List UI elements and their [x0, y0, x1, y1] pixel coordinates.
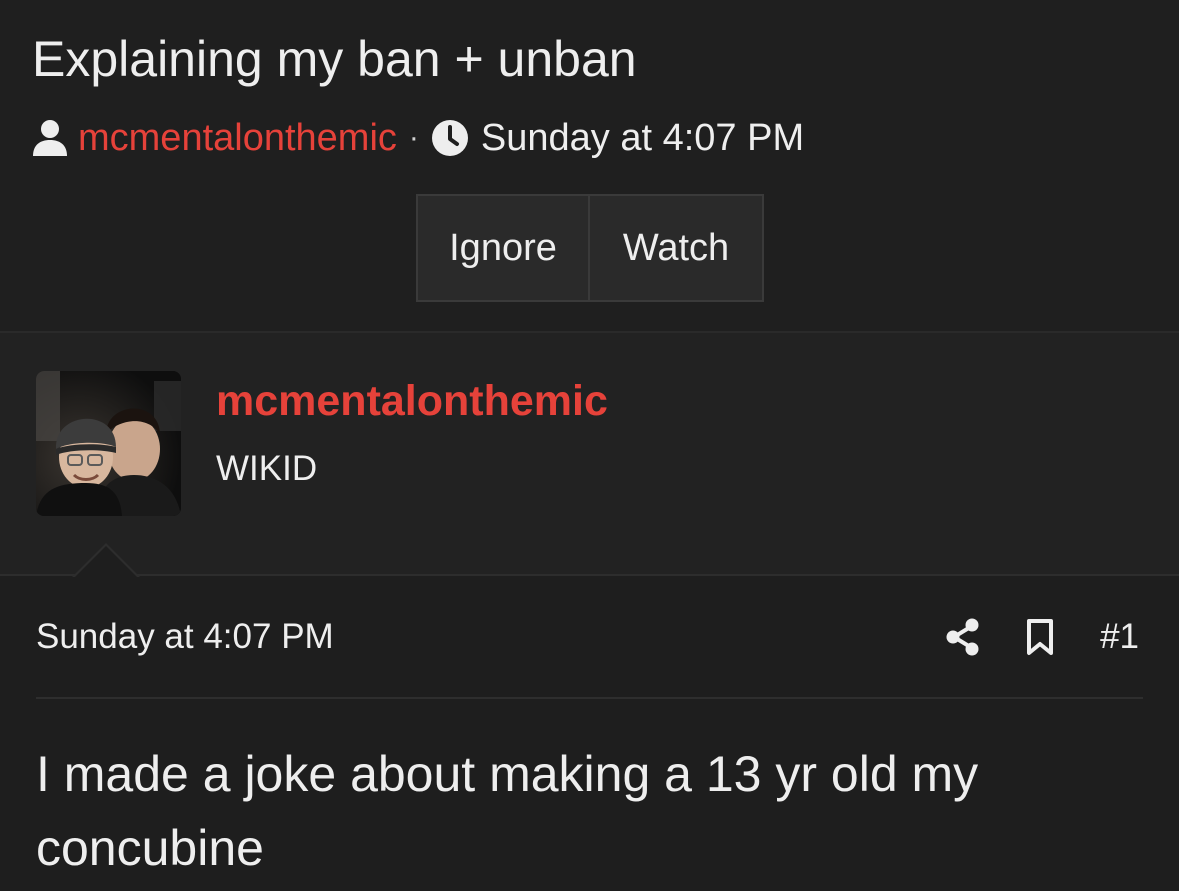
- message-arrow-inner: [74, 546, 138, 578]
- bookmark-icon[interactable]: [1026, 618, 1054, 656]
- ignore-button[interactable]: Ignore: [418, 196, 590, 300]
- thread-action-group: Ignore Watch: [416, 194, 764, 302]
- meta-separator: ·: [408, 121, 419, 154]
- post-date[interactable]: Sunday at 4:07 PM: [36, 617, 334, 657]
- thread-header: Explaining my ban + unban mcmentalonthem…: [0, 0, 1179, 333]
- user-icon: [32, 119, 68, 157]
- user-title: WIKID: [216, 449, 318, 488]
- post-actions: #1: [946, 613, 1139, 661]
- username-link[interactable]: mcmentalonthemic: [216, 377, 608, 426]
- thread-time[interactable]: Sunday at 4:07 PM: [481, 117, 804, 160]
- message-user-block: mcmentalonthemic WIKID: [0, 333, 1179, 576]
- post: Sunday at 4:07 PM #1 I made a joke about…: [0, 577, 1179, 891]
- thread-title: Explaining my ban + unban: [32, 31, 637, 87]
- clock-icon: [431, 119, 469, 157]
- share-icon[interactable]: [946, 618, 980, 656]
- post-number-link[interactable]: #1: [1100, 617, 1139, 657]
- avatar[interactable]: [36, 371, 181, 516]
- post-body: I made a joke about making a 13 yr old m…: [36, 746, 979, 876]
- thread-meta: mcmentalonthemic · Sunday at 4:07 PM: [32, 116, 804, 160]
- thread-author-link[interactable]: mcmentalonthemic: [78, 117, 397, 160]
- watch-button[interactable]: Watch: [590, 196, 762, 300]
- post-divider: [36, 697, 1143, 699]
